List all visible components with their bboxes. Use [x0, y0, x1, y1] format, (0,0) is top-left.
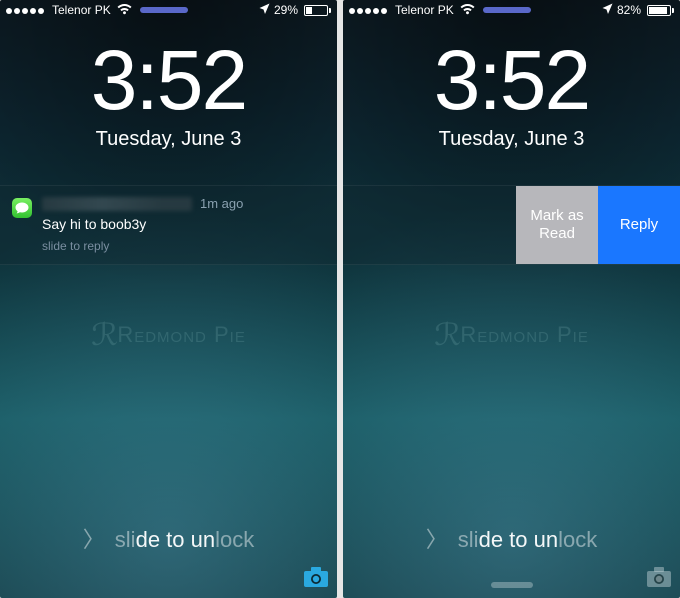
status-bar: Telenor PK 82% — [343, 0, 680, 20]
grabber-handle[interactable] — [491, 582, 533, 588]
wifi-icon — [460, 3, 475, 18]
carrier-label: Telenor PK — [52, 3, 111, 17]
reply-button[interactable]: Reply — [598, 186, 680, 264]
location-icon — [602, 3, 613, 17]
activity-pill — [483, 7, 531, 13]
notification-actions: Mark as Read Reply — [343, 185, 680, 265]
clock-block: 3:52 Tuesday, June 3 — [0, 38, 337, 151]
clock-block: 3:52 Tuesday, June 3 — [343, 38, 680, 151]
chevron-right-icon: 〉 — [83, 527, 105, 552]
camera-shortcut[interactable] — [303, 566, 329, 588]
notification-card[interactable]: 1m ago Say hi to boob3y slide to reply — [0, 185, 337, 265]
battery-icon — [300, 5, 331, 16]
activity-pill — [140, 7, 188, 13]
chevron-right-icon: 〉 — [426, 527, 448, 552]
slide-to-unlock[interactable]: 〉slide to unlock — [343, 522, 680, 554]
wifi-icon — [117, 3, 132, 18]
signal-strength-icon — [6, 3, 46, 17]
date-label: Tuesday, June 3 — [0, 128, 337, 151]
watermark: ℛRedmond Pie — [343, 315, 680, 355]
status-bar: Telenor PK 29% — [0, 0, 337, 20]
battery-percent: 29% — [274, 3, 298, 17]
carrier-label: Telenor PK — [395, 3, 454, 17]
notification-body: 1m ago Say hi to boob3y slide to reply — [42, 196, 325, 256]
time-label: 3:52 — [0, 38, 337, 122]
notification-age: 1m ago — [200, 196, 243, 213]
slide-to-reply-hint: slide to reply — [42, 239, 325, 255]
battery-icon — [643, 5, 674, 16]
lockscreen-right: Telenor PK 82% 3:52 Tuesday, June 3 Mark… — [343, 0, 680, 598]
battery-fill-right — [649, 7, 667, 14]
battery-fill-left — [306, 7, 312, 14]
messages-app-icon — [12, 198, 32, 218]
signal-strength-icon — [349, 3, 389, 17]
mark-as-read-button[interactable]: Mark as Read — [516, 186, 598, 264]
notification-message: Say hi to boob3y — [42, 215, 325, 233]
slide-to-unlock[interactable]: 〉slide to unlock — [0, 522, 337, 554]
battery-percent: 82% — [617, 3, 641, 17]
watermark: ℛRedmond Pie — [0, 315, 337, 355]
time-label: 3:52 — [343, 38, 680, 122]
sender-redacted — [42, 197, 192, 211]
date-label: Tuesday, June 3 — [343, 128, 680, 151]
lockscreen-left: Telenor PK 29% 3:52 Tuesday, June 3 1m a… — [0, 0, 337, 598]
camera-shortcut[interactable] — [646, 566, 672, 588]
location-icon — [259, 3, 270, 17]
